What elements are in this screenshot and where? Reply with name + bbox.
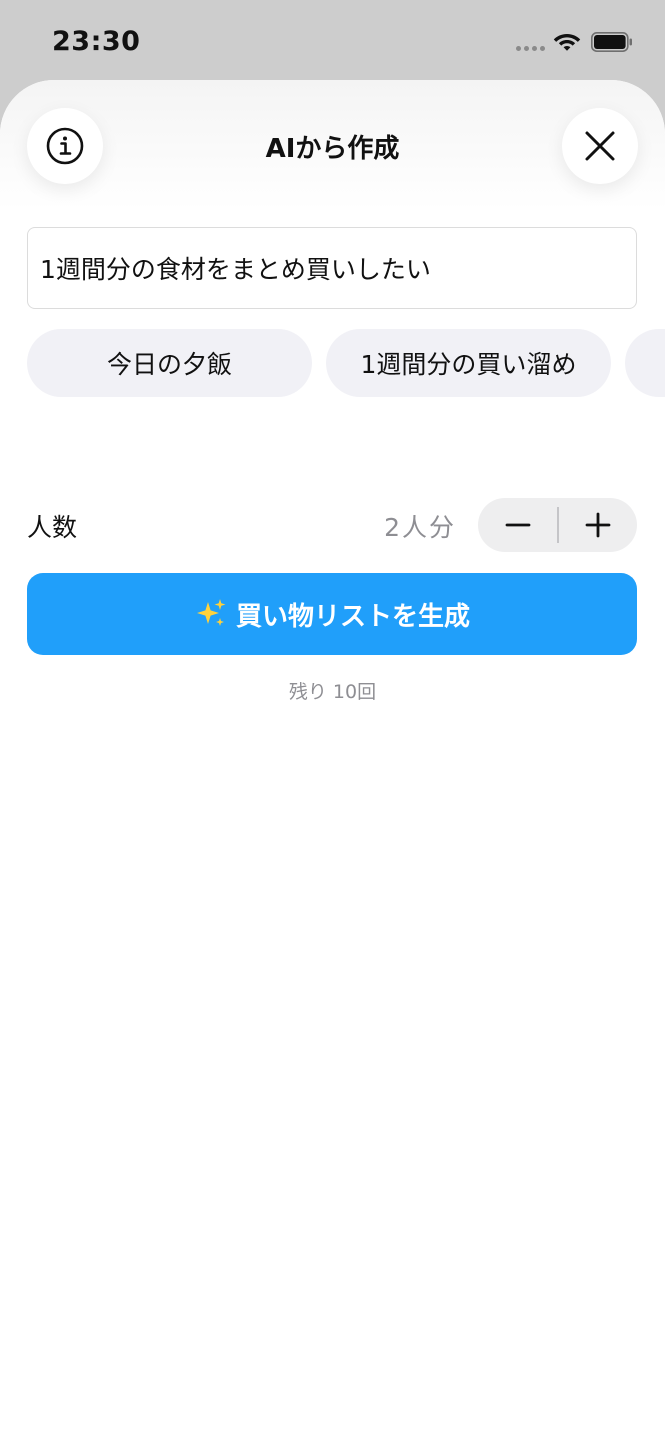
remaining-count: 残り 10回 [288,681,377,703]
chip-more[interactable] [625,329,665,397]
status-bar: 23:30 [0,0,665,84]
generate-label: 買い物リストを生成 [235,601,470,632]
close-button[interactable] [562,108,638,184]
close-x-icon [585,131,615,161]
generate-list-button[interactable]: 買い物リストを生成 [27,573,637,655]
suggestion-chips: 今日の夕飯 1週間分の買い溜め [27,329,665,397]
status-time: 23:30 [52,26,141,57]
people-label: 人数 [27,513,78,542]
sparkles-icon [196,599,226,626]
people-value: 2人分 [384,513,456,542]
chip-weekly-stock[interactable]: 1週間分の買い溜め [326,329,611,397]
minus-icon [505,523,530,527]
ai-create-sheet: AIから作成 今日の夕飯 1週間分の買い溜め 人数 2人分 [0,80,665,1440]
battery-icon [591,32,632,52]
chip-dinner-today[interactable]: 今日の夕飯 [27,329,312,397]
wifi-icon [553,34,581,51]
decrement-button[interactable] [478,498,557,552]
prompt-input[interactable] [27,227,637,309]
plus-icon [585,512,610,538]
increment-button[interactable] [558,498,637,552]
signal-dots-icon [516,46,545,51]
people-stepper [478,498,637,552]
